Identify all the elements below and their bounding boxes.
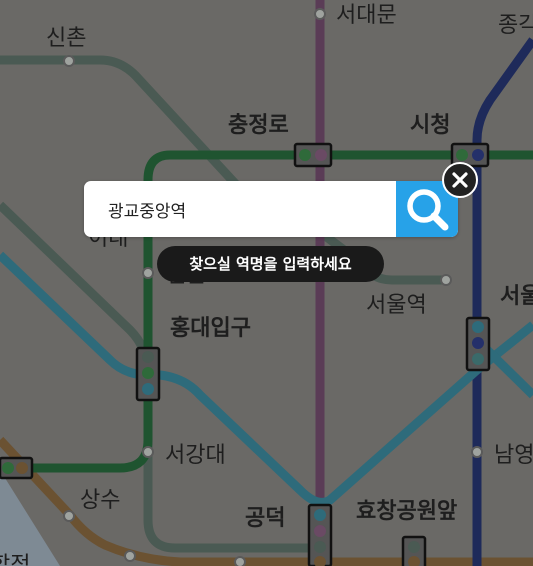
station-label[interactable]: 신촌: [46, 26, 86, 51]
transfer-gongdeok: [307, 503, 333, 566]
station-label[interactable]: 충정로: [228, 113, 289, 138]
close-button[interactable]: [442, 162, 478, 198]
station-label[interactable]: 남영: [494, 443, 533, 468]
station-label[interactable]: 홍대입구: [170, 316, 251, 341]
station-label[interactable]: 종각: [498, 13, 533, 38]
close-icon: [452, 172, 468, 188]
station-label[interactable]: 시청: [410, 113, 450, 138]
transfer-hapjeong: [0, 456, 34, 480]
transfer-hyochang: [401, 535, 427, 566]
search-input[interactable]: [84, 181, 396, 237]
transfer-hongik: [135, 346, 161, 402]
search-icon: [407, 189, 449, 231]
station-label[interactable]: 합정: [0, 553, 30, 566]
station-label[interactable]: 효창공원앞: [356, 499, 457, 524]
station-label[interactable]: 서대문: [336, 3, 397, 28]
station-label[interactable]: 서강대: [165, 443, 226, 468]
transfer-chungjeongno: [293, 142, 333, 168]
subway-map[interactable]: 신촌 서대문 종각 충정로 시청 이대 신촌 서울역 서울 홍대입구 서강대 남…: [0, 0, 533, 566]
station-label[interactable]: 서울역: [366, 293, 427, 318]
station-label[interactable]: 상수: [80, 488, 120, 513]
search-hint-tooltip: 찾으실 역명을 입력하세요: [157, 246, 384, 282]
transfer-seoulstation: [465, 316, 491, 372]
search-box: [84, 181, 458, 237]
station-label[interactable]: 서울: [500, 284, 533, 309]
station-label[interactable]: 공덕: [245, 506, 285, 531]
